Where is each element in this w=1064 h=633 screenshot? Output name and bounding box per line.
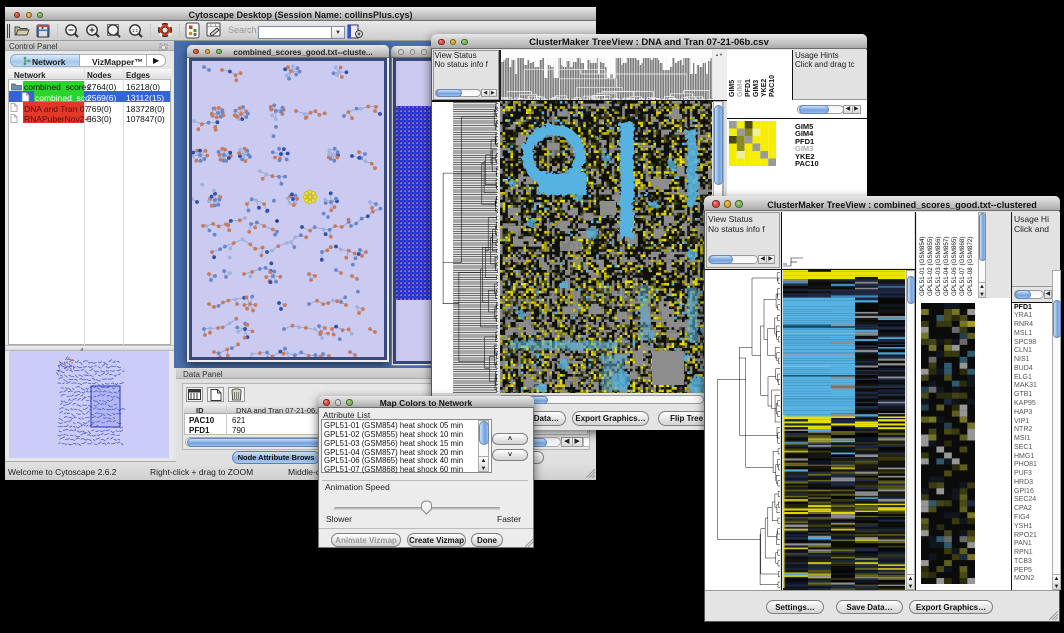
- svg-text:1:1: 1:1: [132, 28, 139, 33]
